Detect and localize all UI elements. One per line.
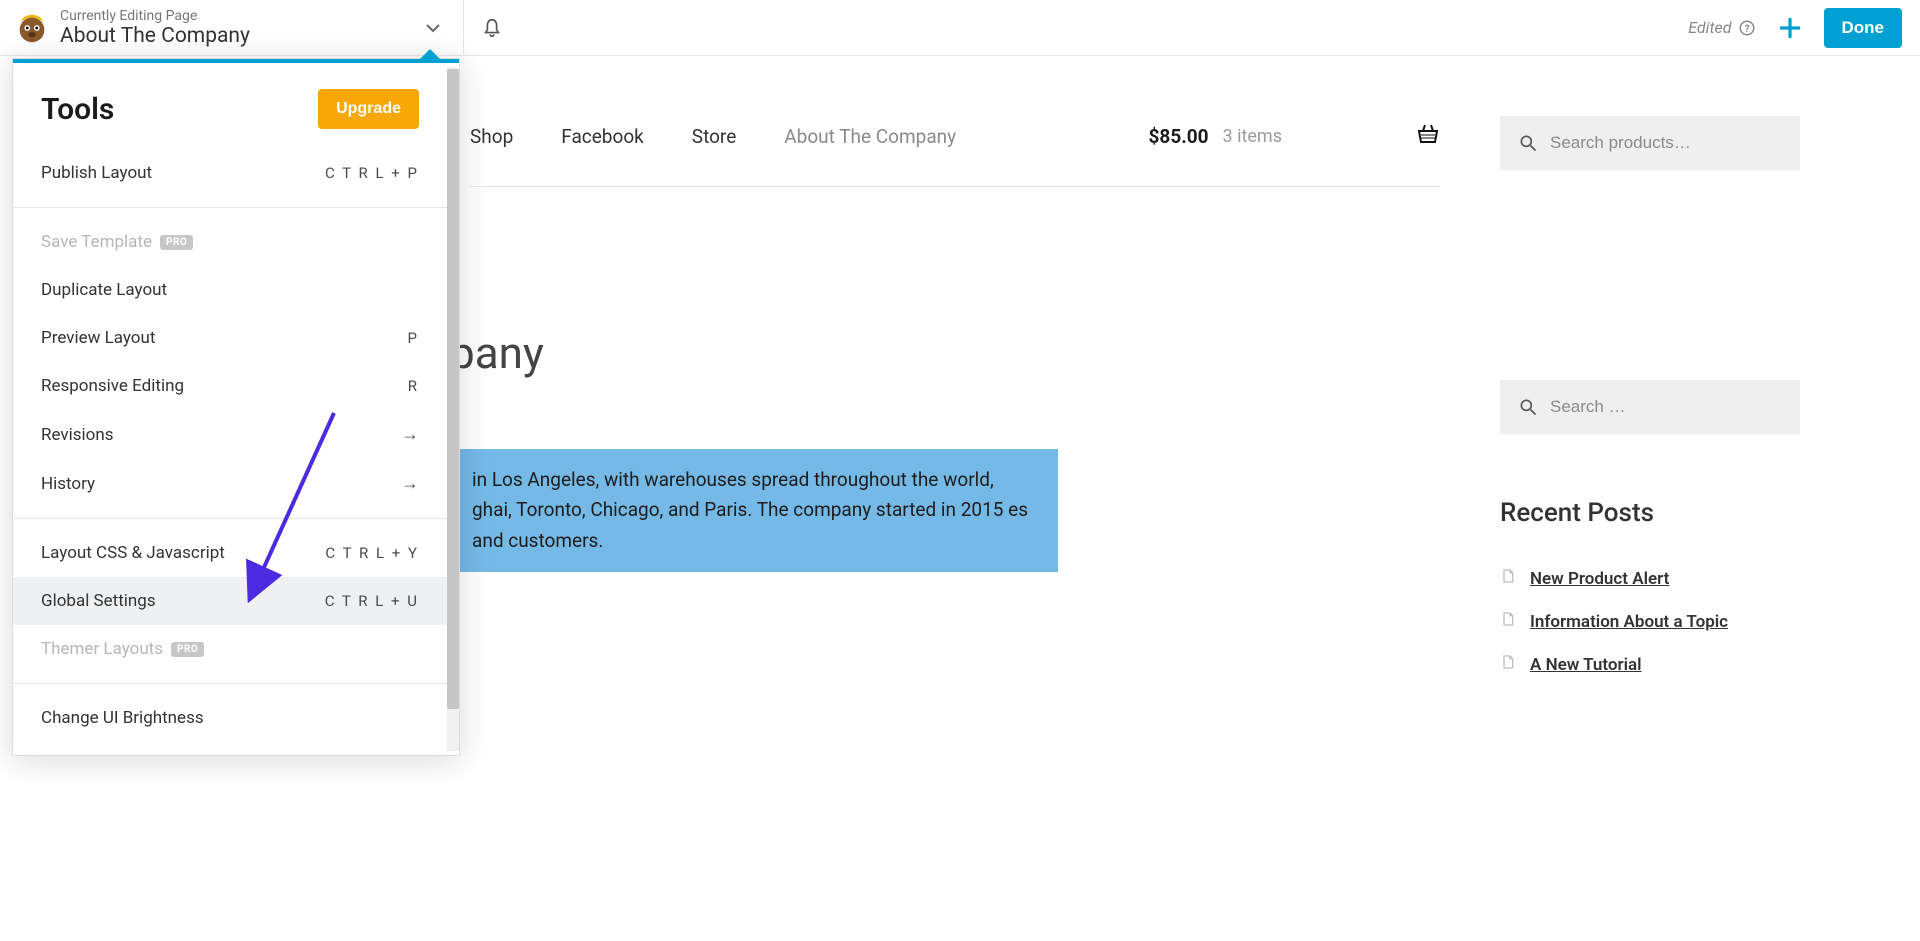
tools-item-label: Save TemplatePRO (41, 232, 193, 252)
upgrade-button[interactable]: Upgrade (318, 89, 419, 129)
svg-text:?: ? (1744, 23, 1749, 34)
basket-icon[interactable] (1416, 122, 1440, 146)
builder-topbar: Currently Editing Page About The Company… (0, 0, 1920, 56)
tools-item-label: Publish Layout (41, 163, 152, 183)
done-button[interactable]: Done (1824, 8, 1903, 48)
tools-menu-title: Tools (41, 92, 114, 127)
editing-context-label: Currently Editing Page (60, 8, 419, 24)
document-icon (1500, 611, 1516, 632)
keyboard-shortcut: R (408, 377, 419, 395)
edited-label: Edited (1688, 18, 1731, 37)
menu-separator (13, 683, 447, 684)
recent-post-item: New Product Alert (1500, 568, 1800, 589)
help-icon[interactable]: ? (1738, 19, 1756, 37)
tools-item-layout-css-javascript[interactable]: Layout CSS & Javascript C T R L + Y (13, 529, 447, 577)
nav-link-about-the-company[interactable]: About The Company (784, 125, 956, 148)
plus-icon (1777, 15, 1803, 41)
tools-item-global-settings[interactable]: Global Settings C T R L + U (13, 577, 447, 625)
keyboard-shortcut: P (408, 329, 419, 347)
nav-link-store[interactable]: Store (692, 125, 737, 148)
tools-dropdown-panel: Tools Upgrade Publish Layout C T R L + P S… (12, 58, 460, 756)
tools-item-label: Change UI Brightness (41, 708, 204, 728)
tools-item-label: Layout CSS & Javascript (41, 543, 225, 563)
recent-post-link[interactable]: A New Tutorial (1530, 655, 1642, 675)
recent-post-link[interactable]: New Product Alert (1530, 569, 1669, 589)
nav-links: Shop Facebook Store About The Company (470, 125, 956, 148)
tools-item-label: History (41, 474, 95, 494)
submenu-arrow-icon: → (401, 473, 419, 494)
dropdown-scrollbar[interactable] (447, 67, 459, 751)
nav-link-shop[interactable]: Shop (470, 125, 513, 148)
topbar-title-area[interactable]: Currently Editing Page About The Company (0, 0, 464, 55)
recent-post-item: A New Tutorial (1500, 654, 1800, 675)
product-search-box[interactable] (1500, 116, 1800, 170)
edited-status: Edited ? (1688, 18, 1755, 37)
tools-item-publish-layout[interactable]: Publish Layout C T R L + P (13, 149, 447, 197)
tools-item-change-ui-brightness[interactable]: Change UI Brightness (13, 694, 447, 742)
tools-item-label: Themer LayoutsPRO (41, 639, 204, 659)
tools-item-revisions[interactable]: Revisions → (13, 410, 447, 459)
cart-item-count: 3 items (1223, 126, 1282, 147)
recent-posts-heading: Recent Posts (1500, 498, 1800, 528)
add-content-button[interactable] (1774, 12, 1806, 44)
tools-item-themer-layouts: Themer LayoutsPRO (13, 625, 447, 673)
tools-item-label: Global Settings (41, 591, 156, 611)
tools-item-duplicate-layout[interactable]: Duplicate Layout (13, 266, 447, 314)
tools-item-label: Preview Layout (41, 328, 155, 348)
pro-badge: PRO (160, 235, 193, 250)
keyboard-shortcut: C T R L + P (325, 164, 419, 182)
tools-item-history[interactable]: History → (13, 459, 447, 508)
scrollbar-thumb[interactable] (447, 69, 459, 709)
keyboard-shortcut: C T R L + Y (325, 544, 419, 562)
tools-item-label: Revisions (41, 425, 114, 445)
selected-text-block[interactable]: in Los Angeles, with warehouses spread t… (450, 449, 1058, 572)
page-heading-partial: pany (450, 327, 1440, 379)
menu-separator (13, 518, 447, 519)
chevron-down-icon (425, 20, 441, 36)
search-icon (1518, 133, 1538, 153)
cart-summary[interactable]: $85.00 3 items (1149, 122, 1440, 150)
tools-item-save-template: Save TemplatePRO (13, 218, 447, 266)
bell-icon (481, 17, 503, 39)
site-nav-row: Shop Facebook Store About The Company $85.0… (470, 86, 1440, 187)
document-icon (1500, 654, 1516, 675)
product-search-input[interactable] (1550, 133, 1782, 153)
sidebar-search-input[interactable] (1550, 397, 1782, 417)
submenu-arrow-icon: → (401, 424, 419, 445)
document-icon (1500, 568, 1516, 589)
recent-post-item: Information About a Topic (1500, 611, 1800, 632)
keyboard-shortcut: C T R L + U (325, 592, 419, 610)
tools-item-responsive-editing[interactable]: Responsive Editing R (13, 362, 447, 410)
tools-dropdown-toggle[interactable] (419, 14, 447, 42)
tools-item-preview-layout[interactable]: Preview Layout P (13, 314, 447, 362)
tools-item-wordpress-admin[interactable]: WordPress Admin→ (13, 742, 447, 755)
tools-item-label: Duplicate Layout (41, 280, 167, 300)
nav-link-facebook[interactable]: Facebook (561, 125, 644, 148)
recent-post-link[interactable]: Information About a Topic (1530, 612, 1728, 632)
notifications-button[interactable] (464, 0, 520, 55)
recent-posts-list: New Product Alert Information About a Top… (1500, 568, 1800, 675)
page-title: About The Company (60, 24, 419, 48)
sidebar-search-box[interactable] (1500, 380, 1800, 434)
pro-badge: PRO (171, 642, 204, 657)
search-icon (1518, 397, 1538, 417)
cart-total: $85.00 (1149, 125, 1209, 148)
tools-item-label: Responsive Editing (41, 376, 184, 396)
beaver-builder-logo-icon (10, 6, 54, 50)
menu-separator (13, 207, 447, 208)
